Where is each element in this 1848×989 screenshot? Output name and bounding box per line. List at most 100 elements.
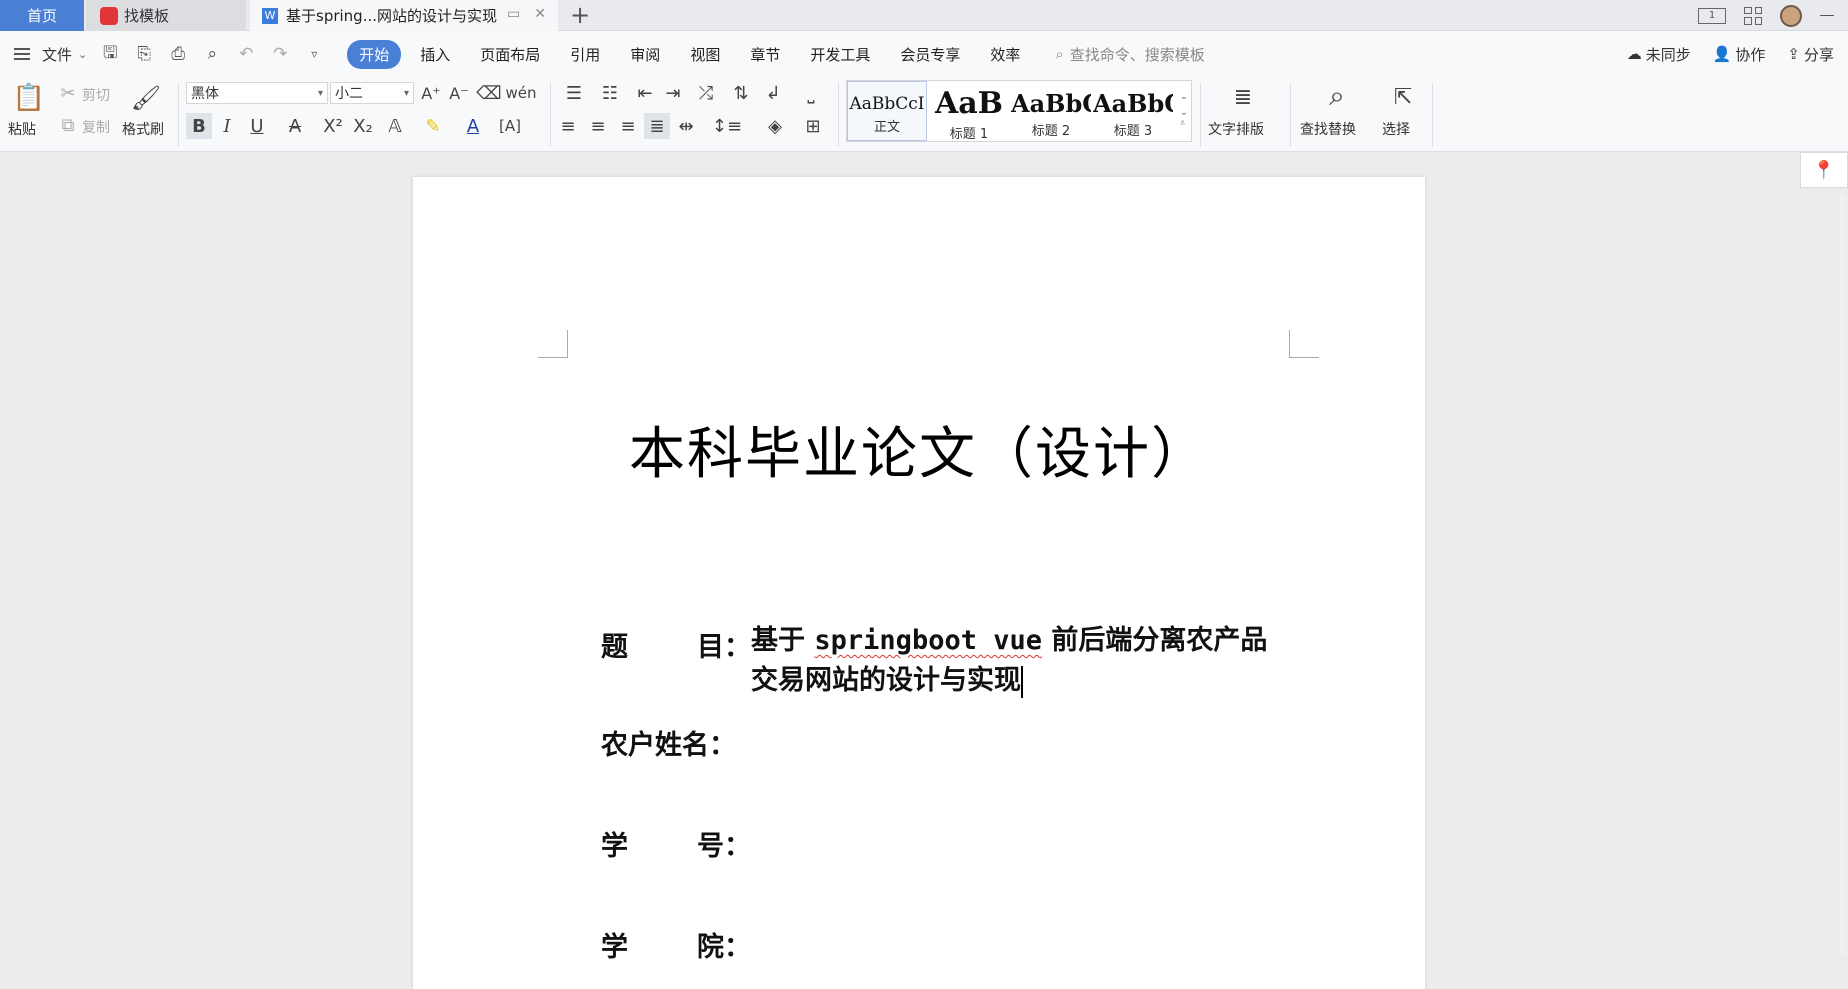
pin-icon[interactable]: ▭ [507, 6, 520, 22]
redo-icon[interactable]: ↷ [269, 43, 291, 65]
apps-grid-icon[interactable] [1744, 6, 1762, 25]
location-pin-icon[interactable]: 📍 [1800, 152, 1848, 188]
copy-button[interactable]: 复制 [82, 117, 110, 137]
export-pdf-icon[interactable]: ⎘ [133, 43, 155, 65]
tab-view[interactable]: 视图 [675, 44, 735, 65]
cursor-select-icon[interactable]: ⇱ [1390, 81, 1416, 113]
share-button[interactable]: ⇪ 分享 [1787, 44, 1834, 65]
format-painter-icon[interactable]: 🖌 [131, 81, 161, 115]
new-tab-icon[interactable]: + [570, 1, 590, 29]
tab-home[interactable]: 首页 [0, 0, 84, 31]
window-controls: 1 [1698, 0, 1848, 31]
gallery-scroll-icon[interactable]: ⌃ ⌄ ⩡ [1177, 85, 1191, 139]
indent-icon[interactable]: ⇥ [662, 82, 684, 104]
subscript-icon[interactable]: X₂ [350, 113, 376, 139]
distribute-icon[interactable]: ⇹ [674, 113, 698, 139]
font-shrink-icon[interactable]: A⁻ [448, 82, 470, 104]
tab-member[interactable]: 会员专享 [885, 44, 975, 65]
text-direction-icon[interactable]: ↲ [760, 82, 786, 104]
find-replace-button[interactable]: 查找替换 [1300, 119, 1356, 139]
outdent-icon[interactable]: ⇤ [634, 82, 656, 104]
chevron-down-icon[interactable]: ⌄ [78, 48, 87, 61]
minimize-icon[interactable] [1820, 14, 1834, 17]
tab-page-layout[interactable]: 页面布局 [465, 44, 555, 65]
margin-mark-left [538, 330, 568, 358]
style-heading-2[interactable]: AaBbC 标题 2 [1011, 81, 1091, 141]
chinese-layout-icon[interactable]: ⤮ [692, 82, 720, 104]
vertical-scrollbar[interactable] [1839, 195, 1845, 955]
field-topic[interactable]: 题目： 基于 springboot vue 前后端分离农产品交易网站的设计与实现 [601, 625, 1291, 701]
topic-value[interactable]: 基于 springboot vue 前后端分离农产品交易网站的设计与实现 [751, 621, 1291, 701]
line-spacing-icon[interactable]: ↕≡ [712, 113, 742, 139]
font-grow-icon[interactable]: A⁺ [420, 82, 442, 104]
font-color-icon[interactable]: A [460, 113, 486, 139]
font-size-select[interactable]: 小二 [330, 82, 414, 104]
tab-section[interactable]: 章节 [735, 44, 795, 65]
italic-icon[interactable]: I [216, 113, 238, 139]
tab-stops-icon[interactable]: ⎵ [798, 82, 824, 104]
tab-start[interactable]: 开始 [347, 39, 402, 69]
document-title[interactable]: 本科毕业论文（设计） [413, 409, 1425, 490]
print-preview-icon[interactable]: ⌕ [201, 43, 223, 65]
tab-templates[interactable]: 找模板 [86, 0, 246, 31]
tab-insert[interactable]: 插入 [405, 44, 465, 65]
cut-button[interactable]: 剪切 [82, 85, 110, 105]
font-name-select[interactable]: 黑体 [186, 82, 328, 104]
style-heading-1[interactable]: AaB 标题 1 [929, 81, 1009, 142]
text-effect-icon[interactable]: 𝔸 [382, 113, 408, 139]
format-painter-button[interactable]: 格式刷 [122, 119, 164, 139]
text-layout-icon[interactable]: ≣ [1228, 81, 1258, 113]
undo-icon[interactable]: ↶ [235, 43, 257, 65]
borders-icon[interactable]: ⊞ [798, 113, 828, 139]
customize-toolbar-icon[interactable]: ▿ [303, 43, 325, 65]
bullet-list-icon[interactable]: ☰ [560, 82, 588, 104]
user-icon: 👤 [1712, 45, 1732, 63]
char-border-icon[interactable]: [A] [498, 113, 522, 139]
select-button[interactable]: 选择 [1382, 119, 1410, 139]
document-page[interactable]: 本科毕业论文（设计） 题目： 基于 springboot vue 前后端分离农产… [413, 177, 1425, 989]
command-search[interactable]: ⌕ 查找命令、搜索模板 [1055, 44, 1204, 65]
field-name[interactable]: 农户姓名： [601, 723, 751, 762]
sort-icon[interactable]: ⇅ [730, 82, 752, 104]
collab-button[interactable]: 👤 协作 [1713, 44, 1766, 65]
save-icon[interactable]: 🖫 [99, 43, 121, 65]
tab-references[interactable]: 引用 [555, 44, 615, 65]
close-icon[interactable]: ✕ [534, 6, 546, 22]
tab-review[interactable]: 审阅 [615, 44, 675, 65]
margin-mark-right [1289, 330, 1319, 358]
menu-icon[interactable] [14, 48, 30, 60]
menu-bar: 文件 ⌄ 🖫 ⎘ ⎙ ⌕ ↶ ↷ ▿ 开始 插入 页面布局 引用 审阅 视图 章… [0, 31, 1848, 77]
field-college[interactable]: 学院： [601, 925, 751, 964]
paste-icon[interactable]: 📋 [13, 81, 45, 115]
underline-icon[interactable]: U [244, 113, 270, 139]
reading-mode-icon[interactable]: 1 [1698, 7, 1726, 24]
tab-developer[interactable]: 开发工具 [795, 44, 885, 65]
file-menu[interactable]: 文件 [42, 44, 72, 65]
field-student-id[interactable]: 学号： [601, 824, 751, 863]
highlight-icon[interactable]: ✎ [420, 113, 446, 139]
align-left-icon[interactable]: ≡ [556, 113, 580, 139]
superscript-icon[interactable]: X² [320, 113, 346, 139]
shading-icon[interactable]: ◈ [760, 113, 790, 139]
align-right-icon[interactable]: ≡ [616, 113, 640, 139]
tab-document[interactable]: W 基于spring...网站的设计与实现 ▭ ✕ [250, 0, 558, 31]
print-icon[interactable]: ⎙ [167, 43, 189, 65]
copy-icon[interactable]: ⧉ [58, 115, 78, 136]
bold-icon[interactable]: B [186, 113, 212, 139]
align-center-icon[interactable]: ≡ [586, 113, 610, 139]
justify-icon[interactable]: ≣ [644, 113, 670, 139]
style-normal[interactable]: AaBbCcI 正文 [847, 81, 927, 141]
style-heading-3[interactable]: AaBbC 标题 3 [1093, 81, 1173, 141]
strikethrough-icon[interactable]: A [282, 113, 308, 139]
document-workspace[interactable]: 本科毕业论文（设计） 题目： 基于 springboot vue 前后端分离农产… [0, 152, 1848, 989]
avatar[interactable] [1780, 4, 1802, 27]
text-layout-button[interactable]: 文字排版 [1208, 119, 1264, 139]
pinyin-icon[interactable]: wén [506, 82, 537, 104]
paste-button[interactable]: 粘贴 [8, 119, 36, 139]
sync-status[interactable]: ☁ 未同步 [1627, 44, 1691, 65]
numbered-list-icon[interactable]: ☷ [596, 82, 624, 104]
clear-format-icon[interactable]: ⌫ [476, 82, 501, 104]
find-replace-icon[interactable]: ⌕ [1320, 79, 1354, 113]
tab-efficiency[interactable]: 效率 [975, 44, 1035, 65]
scissors-icon[interactable]: ✂ [58, 83, 78, 104]
